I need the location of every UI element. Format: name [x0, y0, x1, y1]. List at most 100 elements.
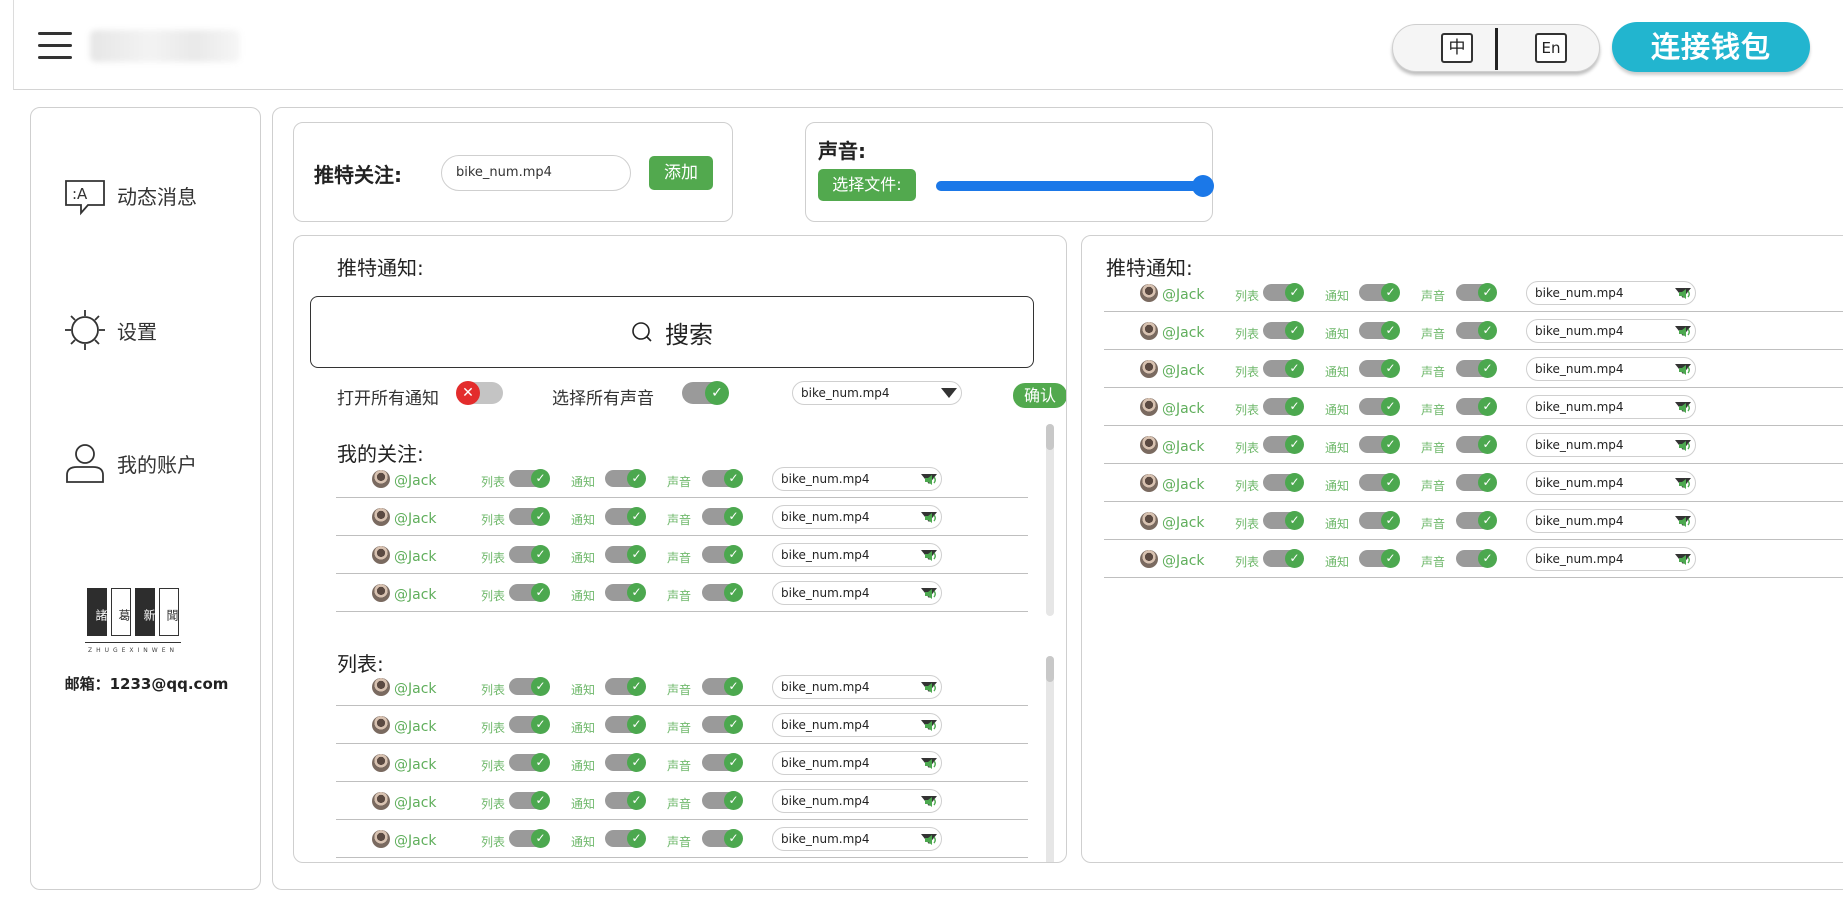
sound-toggle[interactable]: ✓ [702, 583, 743, 602]
list-toggle[interactable]: ✓ [509, 469, 550, 488]
speaker-icon[interactable] [1678, 288, 1692, 300]
sidebar-item-feed[interactable]: :A 动态消息 [63, 173, 197, 217]
user-handle[interactable]: @Jack [1162, 439, 1205, 455]
sound-file-select[interactable]: bike_num.mp4 [772, 827, 942, 851]
sound-toggle[interactable]: ✓ [1456, 321, 1497, 340]
lang-zh-button[interactable]: 中 [1441, 33, 1473, 63]
sound-file-select[interactable]: bike_num.mp4 [1526, 395, 1696, 419]
notify-toggle[interactable]: ✓ [605, 469, 646, 488]
list-toggle[interactable]: ✓ [509, 753, 550, 772]
speaker-icon[interactable] [1678, 440, 1692, 452]
speaker-icon[interactable] [1678, 326, 1692, 338]
list-toggle[interactable]: ✓ [1263, 321, 1304, 340]
speaker-icon[interactable] [924, 796, 938, 808]
sound-toggle[interactable]: ✓ [1456, 473, 1497, 492]
notify-toggle[interactable]: ✓ [1359, 511, 1400, 530]
user-handle[interactable]: @Jack [1162, 287, 1205, 303]
user-handle[interactable]: @Jack [1162, 363, 1205, 379]
user-handle[interactable]: @Jack [1162, 515, 1205, 531]
sound-toggle[interactable]: ✓ [1456, 549, 1497, 568]
user-handle[interactable]: @Jack [394, 681, 437, 697]
user-handle[interactable]: @Jack [394, 473, 437, 489]
confirm-button[interactable]: 确认 [1013, 383, 1066, 408]
sound-file-select[interactable]: bike_num.mp4 [1526, 471, 1696, 495]
list-toggle[interactable]: ✓ [1263, 435, 1304, 454]
sound-toggle[interactable]: ✓ [1456, 511, 1497, 530]
list-toggle[interactable]: ✓ [509, 677, 550, 696]
sound-file-select[interactable]: bike_num.mp4 [772, 505, 942, 529]
notify-toggle[interactable]: ✓ [1359, 283, 1400, 302]
notify-toggle[interactable]: ✓ [605, 545, 646, 564]
list-toggle[interactable]: ✓ [509, 545, 550, 564]
speaker-icon[interactable] [1678, 402, 1692, 414]
following-scrollbar[interactable] [1046, 424, 1054, 616]
speaker-icon[interactable] [1678, 364, 1692, 376]
user-handle[interactable]: @Jack [1162, 325, 1205, 341]
select-all-sound-toggle[interactable]: ✓ [682, 381, 729, 405]
sound-toggle[interactable]: ✓ [1456, 435, 1497, 454]
user-handle[interactable]: @Jack [394, 757, 437, 773]
notify-toggle[interactable]: ✓ [1359, 549, 1400, 568]
list-toggle[interactable]: ✓ [1263, 511, 1304, 530]
speaker-icon[interactable] [924, 682, 938, 694]
sidebar-item-account[interactable]: 我的账户 [63, 441, 197, 485]
sound-toggle[interactable]: ✓ [702, 469, 743, 488]
speaker-icon[interactable] [924, 550, 938, 562]
notify-toggle[interactable]: ✓ [1359, 321, 1400, 340]
follow-input[interactable]: bike_num.mp4 [441, 155, 631, 191]
menu-icon[interactable] [38, 32, 72, 60]
notify-toggle[interactable]: ✓ [605, 715, 646, 734]
list-toggle[interactable]: ✓ [1263, 283, 1304, 302]
add-button[interactable]: 添加 [649, 156, 713, 190]
notify-toggle[interactable]: ✓ [605, 507, 646, 526]
sound-file-select[interactable]: bike_num.mp4 [1526, 547, 1696, 571]
notify-toggle[interactable]: ✓ [605, 753, 646, 772]
sound-file-select[interactable]: bike_num.mp4 [1526, 319, 1696, 343]
list-toggle[interactable]: ✓ [1263, 549, 1304, 568]
notify-toggle[interactable]: ✓ [605, 829, 646, 848]
sound-toggle[interactable]: ✓ [1456, 359, 1497, 378]
list-toggle[interactable]: ✓ [509, 715, 550, 734]
list-toggle[interactable]: ✓ [509, 583, 550, 602]
sound-toggle[interactable]: ✓ [702, 753, 743, 772]
sound-file-select[interactable]: bike_num.mp4 [1526, 509, 1696, 533]
sound-file-select[interactable]: bike_num.mp4 [772, 581, 942, 605]
speaker-icon[interactable] [924, 474, 938, 486]
user-handle[interactable]: @Jack [1162, 477, 1205, 493]
user-handle[interactable]: @Jack [394, 511, 437, 527]
lang-en-button[interactable]: En [1535, 33, 1567, 63]
notify-toggle[interactable]: ✓ [605, 583, 646, 602]
speaker-icon[interactable] [924, 512, 938, 524]
user-handle[interactable]: @Jack [394, 587, 437, 603]
speaker-icon[interactable] [924, 834, 938, 846]
user-handle[interactable]: @Jack [394, 795, 437, 811]
notify-toggle[interactable]: ✓ [605, 791, 646, 810]
notify-toggle[interactable]: ✓ [605, 677, 646, 696]
user-handle[interactable]: @Jack [394, 833, 437, 849]
list-toggle[interactable]: ✓ [1263, 397, 1304, 416]
sound-file-select[interactable]: bike_num.mp4 [1526, 433, 1696, 457]
list-toggle[interactable]: ✓ [1263, 359, 1304, 378]
list-toggle[interactable]: ✓ [509, 829, 550, 848]
user-handle[interactable]: @Jack [394, 549, 437, 565]
list-scrollbar[interactable] [1046, 656, 1054, 862]
sound-toggle[interactable]: ✓ [702, 507, 743, 526]
sound-file-select[interactable]: bike_num.mp4 [1526, 357, 1696, 381]
sound-toggle[interactable]: ✓ [702, 715, 743, 734]
list-toggle[interactable]: ✓ [1263, 473, 1304, 492]
user-handle[interactable]: @Jack [1162, 553, 1205, 569]
list-toggle[interactable]: ✓ [509, 791, 550, 810]
volume-thumb[interactable] [1192, 175, 1214, 197]
sound-toggle[interactable]: ✓ [1456, 397, 1497, 416]
user-handle[interactable]: @Jack [1162, 401, 1205, 417]
notify-toggle[interactable]: ✓ [1359, 359, 1400, 378]
sound-file-select[interactable]: bike_num.mp4 [772, 751, 942, 775]
connect-wallet-button[interactable]: 连接钱包 [1612, 22, 1810, 72]
sound-toggle[interactable]: ✓ [702, 791, 743, 810]
user-handle[interactable]: @Jack [394, 719, 437, 735]
volume-slider[interactable] [936, 175, 1214, 197]
sound-file-select[interactable]: bike_num.mp4 [772, 543, 942, 567]
sound-file-select[interactable]: bike_num.mp4 [772, 789, 942, 813]
speaker-icon[interactable] [924, 720, 938, 732]
list-toggle[interactable]: ✓ [509, 507, 550, 526]
